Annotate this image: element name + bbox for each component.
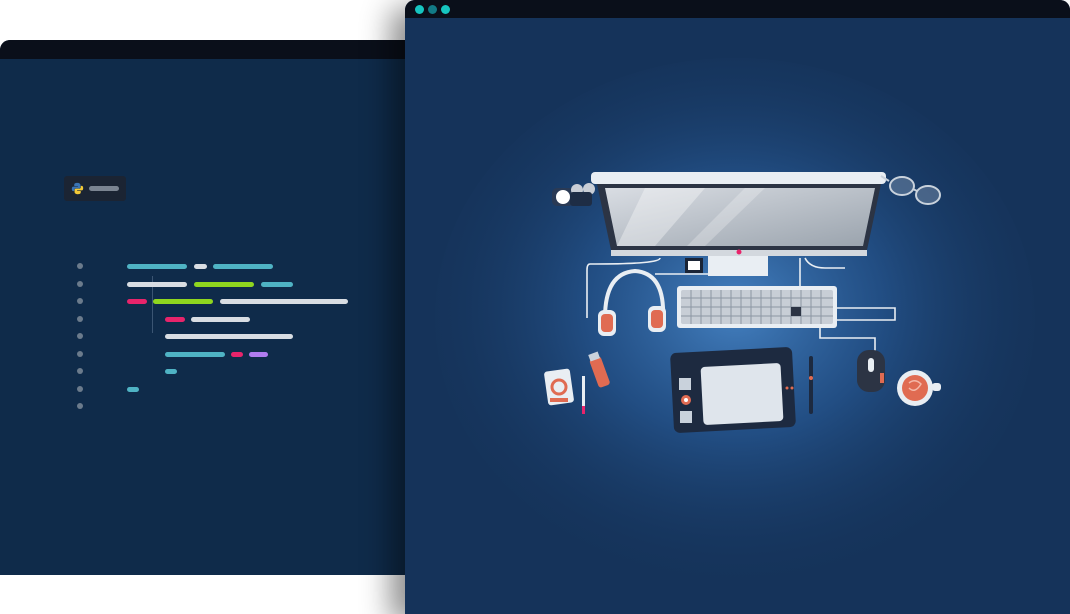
desk-illustration <box>405 18 1070 614</box>
code-token <box>194 282 254 287</box>
window-dot[interactable] <box>415 5 424 14</box>
python-file-tab[interactable] <box>64 176 126 201</box>
stylus-icon <box>809 356 813 414</box>
mouse-icon <box>857 350 885 392</box>
gutter-marker <box>77 316 83 322</box>
code-token <box>194 264 207 269</box>
gutter-marker <box>77 281 83 287</box>
code-token <box>261 282 293 287</box>
keyboard-icon <box>677 286 837 328</box>
code-token <box>231 352 243 357</box>
python-icon <box>71 182 84 195</box>
code-token <box>191 317 250 322</box>
gutter-marker <box>77 298 83 304</box>
gutter-marker <box>77 403 83 409</box>
editor-titlebar <box>0 40 420 59</box>
camera-card-icon <box>544 368 574 406</box>
pen-icon <box>582 376 585 414</box>
gutter-marker <box>77 368 83 374</box>
gutter-marker <box>77 333 83 339</box>
drawing-tablet-icon <box>670 347 796 433</box>
code-token <box>165 317 185 322</box>
illustration-window <box>405 0 1070 614</box>
window-titlebar <box>405 0 1070 18</box>
code-token <box>165 369 177 374</box>
window-dot[interactable] <box>428 5 437 14</box>
gutter-marker <box>77 263 83 269</box>
code-editor-window <box>0 40 420 575</box>
gutter-marker <box>77 386 83 392</box>
code-token <box>165 352 225 357</box>
code-token <box>213 264 273 269</box>
code-token <box>127 282 187 287</box>
code-token <box>127 299 147 304</box>
code-token <box>127 264 187 269</box>
window-dot[interactable] <box>441 5 450 14</box>
file-name-placeholder <box>89 186 119 191</box>
code-token <box>249 352 268 357</box>
code-token <box>153 299 213 304</box>
gutter-marker <box>77 351 83 357</box>
code-token <box>165 334 293 339</box>
code-token <box>127 387 139 392</box>
code-token <box>220 299 348 304</box>
